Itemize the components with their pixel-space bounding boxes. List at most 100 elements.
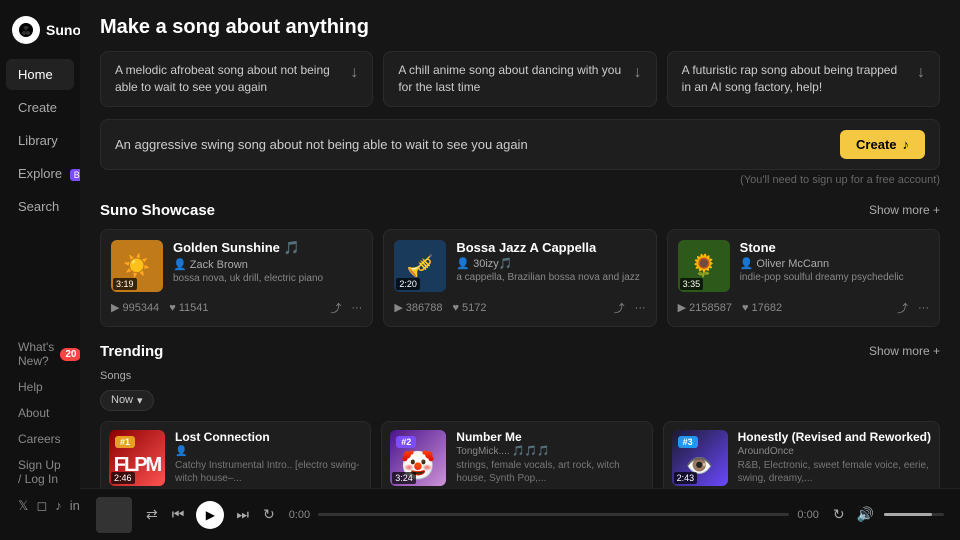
shuffle-button[interactable]: ⇄: [144, 504, 160, 525]
play-stat-3: ▶ 2158587: [678, 301, 732, 314]
loop-alt-button[interactable]: ↻: [831, 504, 847, 525]
more-stat-1: ···: [351, 302, 362, 314]
share-stat-3: ⤴: [897, 300, 908, 316]
rank-badge-1: #1: [115, 436, 135, 448]
showcase-title-2: Bossa Jazz A Cappella: [456, 240, 645, 255]
trending-title-3: Honestly (Revised and Reworked): [738, 430, 931, 444]
share-stat-1: ⤴: [330, 300, 341, 316]
like-stat-2: ♥ 5172: [453, 302, 487, 314]
sidebar-item-home[interactable]: Home: [6, 59, 74, 90]
trending-sub-label: Songs: [100, 370, 940, 382]
showcase-card-bossa-jazz[interactable]: 🎺 2:20 Bossa Jazz A Cappella 👤 30izy🎵 a …: [383, 229, 656, 327]
play-pause-button[interactable]: ▶: [196, 501, 224, 529]
current-time: 0:00: [289, 509, 310, 521]
player-progress: 0:00 0:00: [289, 509, 819, 521]
showcase-card-golden-sunshine[interactable]: ☀️ 3:19 Golden Sunshine 🎵 👤 Zack Brown b…: [100, 229, 373, 327]
arrow-icon-2: ↓: [634, 64, 642, 82]
more-stat-3: ···: [918, 302, 929, 314]
trending-desc-2: strings, female vocals, art rock, witch …: [456, 459, 643, 485]
duration-badge-3: 3:35: [680, 278, 704, 290]
prompt-card-1[interactable]: A melodic afrobeat song about not being …: [100, 51, 373, 107]
sidebar-item-help[interactable]: Help: [6, 374, 74, 400]
main-content: Make a song about anything A melodic afr…: [80, 0, 960, 488]
duration-badge-2: 2:20: [396, 278, 420, 290]
showcase-info-1: Golden Sunshine 🎵 👤 Zack Brown bossa nov…: [173, 240, 362, 292]
showcase-grid: ☀️ 3:19 Golden Sunshine 🎵 👤 Zack Brown b…: [100, 229, 940, 327]
showcase-info-3: Stone 👤 Oliver McCann indie-pop soulful …: [740, 240, 929, 292]
trending-card-number-me[interactable]: #2 🤡 3:24 Number Me TongMick.... 🎵🎵🎵 str…: [381, 421, 652, 488]
showcase-tags-3: indie-pop soulful dreamy psychedelic: [740, 272, 929, 283]
showcase-artist-3: 👤 Oliver McCann: [740, 257, 929, 270]
sidebar-bottom: What's New? 20 Help About Careers Sign U…: [0, 326, 80, 528]
twitter-icon[interactable]: 𝕏: [18, 498, 28, 514]
volume-icon[interactable]: 🔊: [855, 504, 876, 525]
showcase-title-3: Stone: [740, 240, 929, 255]
arrow-icon-3: ↓: [917, 64, 925, 82]
player-controls: ⇄ ⏮ ▶ ⏭ ↻: [144, 501, 277, 529]
trending-thumb-2: #2 🤡 3:24: [390, 430, 446, 486]
discord-icon[interactable]: ◻: [36, 498, 47, 514]
trending-card-honestly[interactable]: #3 👁️ 2:43 Honestly (Revised and Reworke…: [663, 421, 940, 488]
create-button[interactable]: Create ♪: [840, 130, 925, 159]
showcase-show-more[interactable]: Show more +: [869, 203, 940, 217]
showcase-stats-3: ▶ 2158587 ♥ 17682 ⤴ ···: [678, 300, 929, 316]
sidebar-item-library[interactable]: Library: [6, 125, 74, 156]
showcase-artist-1: 👤 Zack Brown: [173, 258, 362, 271]
sidebar-item-search[interactable]: Search: [6, 191, 74, 222]
trending-desc-3: R&B, Electronic, sweet female voice, eer…: [738, 459, 931, 485]
showcase-stats-1: ▶ 995344 ♥ 11541 ⤴ ···: [111, 300, 362, 316]
showcase-stats-2: ▶ 386788 ♥ 5172 ⤴ ···: [394, 300, 645, 316]
sidebar: Suno Home Create Library Explore BETA Se…: [0, 0, 80, 540]
trending-filter[interactable]: Now ▾: [100, 390, 154, 411]
trending-grid: #1 FLPM 2:46 Lost Connection 👤 Catchy In…: [100, 421, 940, 488]
share-stat-2: ⤴: [614, 300, 625, 316]
progress-bar[interactable]: [318, 513, 789, 516]
tiktok-icon[interactable]: ♪: [55, 498, 62, 514]
trending-title-2: Number Me: [456, 430, 643, 444]
trending-desc-1: Catchy Instrumental Intro.. [electro swi…: [175, 459, 362, 485]
trending-artist-2: TongMick.... 🎵🎵🎵: [456, 446, 643, 457]
volume-bar[interactable]: [884, 513, 944, 516]
trending-card-lost-connection[interactable]: #1 FLPM 2:46 Lost Connection 👤 Catchy In…: [100, 421, 371, 488]
loop-button[interactable]: ↻: [261, 504, 277, 525]
trending-title-1: Lost Connection: [175, 430, 362, 444]
create-bar: Create ♪: [100, 119, 940, 170]
sidebar-item-create[interactable]: Create: [6, 92, 74, 123]
music-note-icon: ♪: [903, 137, 910, 152]
showcase-tags-1: bossa nova, uk drill, electric piano: [173, 273, 362, 284]
showcase-thumb-2: 🎺 2:20: [394, 240, 446, 292]
sidebar-item-signup[interactable]: Sign Up / Log In: [6, 452, 74, 492]
showcase-header: Suno Showcase Show more +: [100, 202, 940, 219]
next-button[interactable]: ⏭: [234, 504, 251, 525]
prev-button[interactable]: ⏮: [170, 504, 187, 525]
total-time: 0:00: [797, 509, 818, 521]
sidebar-item-explore[interactable]: Explore BETA: [6, 158, 74, 189]
play-stat-1: ▶ 995344: [111, 301, 159, 314]
showcase-thumb-3: 🌻 3:35: [678, 240, 730, 292]
trending-duration-3: 2:43: [674, 472, 698, 484]
showcase-card-stone[interactable]: 🌻 3:35 Stone 👤 Oliver McCann indie-pop s…: [667, 229, 940, 327]
trending-show-more[interactable]: Show more +: [869, 344, 940, 358]
trending-info-2: Number Me TongMick.... 🎵🎵🎵 strings, fema…: [456, 430, 643, 488]
prompt-card-2[interactable]: A chill anime song about dancing with yo…: [383, 51, 656, 107]
logo-text: Suno: [46, 22, 81, 38]
whats-new-item[interactable]: What's New? 20: [6, 334, 74, 374]
sidebar-item-about[interactable]: About: [6, 400, 74, 426]
showcase-title-1: Golden Sunshine 🎵: [173, 240, 362, 256]
like-stat-3: ♥ 17682: [742, 302, 782, 314]
chevron-down-icon: ▾: [137, 394, 143, 407]
rank-badge-3: #3: [678, 436, 698, 448]
trending-title: Trending: [100, 343, 163, 360]
trending-info-1: Lost Connection 👤 Catchy Instrumental In…: [175, 430, 362, 488]
page-title: Make a song about anything: [100, 16, 940, 39]
song-prompt-input[interactable]: [115, 137, 840, 152]
prompt-card-3[interactable]: A futuristic rap song about being trappe…: [667, 51, 940, 107]
whats-new-badge: 20: [60, 348, 81, 361]
trending-duration-1: 2:46: [111, 472, 135, 484]
trending-duration-2: 3:24: [392, 472, 416, 484]
showcase-title: Suno Showcase: [100, 202, 215, 219]
showcase-tags-2: a cappella, Brazilian bossa nova and jaz…: [456, 272, 645, 283]
logo-icon: [12, 16, 40, 44]
sidebar-item-careers[interactable]: Careers: [6, 426, 74, 452]
linkedin-icon[interactable]: in: [70, 498, 80, 514]
